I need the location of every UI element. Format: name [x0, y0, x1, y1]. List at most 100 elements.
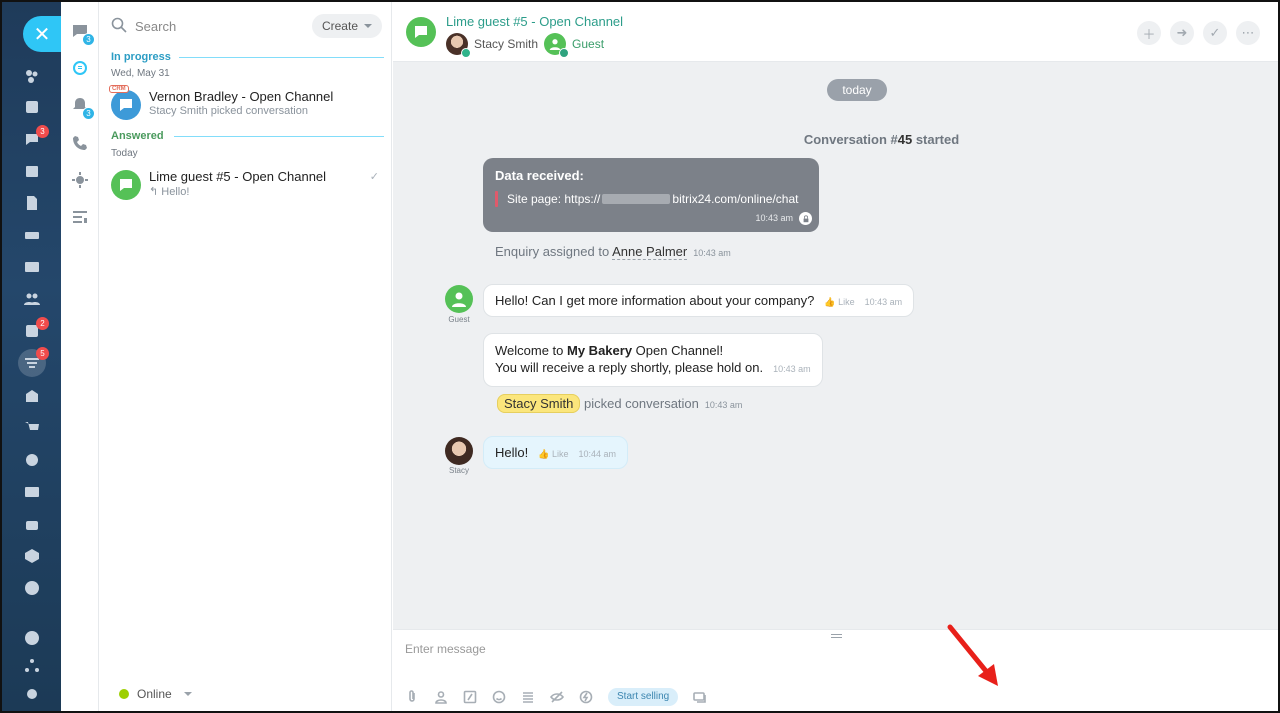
open-lines-icon[interactable]: [71, 59, 89, 77]
close-messenger-button[interactable]: ✕: [23, 16, 63, 52]
close-dialog-button[interactable]: ✓: [1203, 21, 1227, 45]
employees-icon[interactable]: [22, 289, 42, 309]
user-icon[interactable]: [434, 690, 448, 704]
section-answered: Answered: [111, 130, 164, 142]
annotation-arrow-icon: [947, 624, 998, 686]
screen-share-icon[interactable]: [693, 690, 707, 704]
conversation-item[interactable]: Lime guest #5 - Open Channel ↰ Hello! ✓: [99, 167, 391, 207]
crm-filter-icon[interactable]: 5: [18, 347, 49, 377]
settings-icon[interactable]: [22, 684, 42, 704]
stacy-avatar[interactable]: [446, 33, 471, 58]
smile-icon[interactable]: [492, 690, 506, 704]
operator-name[interactable]: Stacy Smith: [497, 394, 581, 413]
quick-answers-icon[interactable]: [521, 690, 535, 704]
message-text: Hello!: [495, 445, 529, 460]
sites-icon[interactable]: [22, 386, 42, 406]
help-icon[interactable]: [22, 628, 42, 648]
avatar: [111, 90, 141, 120]
lightning-icon[interactable]: [579, 690, 593, 704]
assignee-link[interactable]: Anne Palmer: [612, 244, 688, 260]
create-button[interactable]: Create: [311, 14, 382, 38]
status-selector[interactable]: Online: [119, 687, 192, 701]
contact-center-icon[interactable]: [22, 482, 42, 502]
data-title: Data received:: [495, 168, 584, 183]
tasks-icon[interactable]: 2: [22, 317, 49, 341]
composer-toolbar: Start selling: [405, 688, 707, 706]
stacy-avatar[interactable]: [445, 437, 473, 465]
guest-avatar[interactable]: [445, 285, 473, 313]
quote-bar: [495, 191, 498, 207]
inventory-icon[interactable]: [22, 546, 42, 566]
chat-avatar: [406, 17, 436, 47]
conversation-list: Create In progress Wed, May 31 CRM Verno…: [99, 2, 392, 711]
drive-icon[interactable]: [22, 225, 42, 245]
like-button[interactable]: 👍 Like: [538, 449, 568, 459]
mail-icon[interactable]: [22, 257, 42, 277]
read-check-icon: ✓: [369, 171, 379, 183]
crm-badge: 5: [36, 347, 49, 360]
calendar-icon[interactable]: [22, 161, 42, 181]
hide-message-icon[interactable]: [550, 690, 564, 704]
conversation-subtitle: ↰ Hello!: [149, 185, 189, 198]
section-in-progress: In progress: [111, 51, 171, 63]
message-time: 10:43 am: [864, 297, 903, 307]
news-icon[interactable]: [22, 97, 42, 117]
recent-chats-icon[interactable]: 3: [71, 22, 95, 46]
main-nav: ✕ 3 2 5: [2, 2, 63, 711]
conversation-title: Vernon Bradley - Open Channel: [149, 89, 334, 104]
messenger-sidebar: 3 3: [61, 2, 99, 711]
docs-icon[interactable]: [22, 193, 42, 213]
chat-bubble-icon: [120, 99, 132, 111]
chat-icon[interactable]: 3: [22, 125, 49, 149]
start-selling-button[interactable]: Start selling: [608, 688, 679, 706]
conversation-subtitle: Stacy Smith picked conversation: [149, 105, 308, 117]
guest-avatar[interactable]: [544, 33, 570, 58]
tasks-list-icon[interactable]: [71, 208, 89, 226]
sitemap-icon[interactable]: [22, 656, 42, 676]
attach-icon[interactable]: [405, 690, 419, 704]
status-dot: [119, 689, 129, 699]
phone-icon[interactable]: [71, 134, 89, 152]
message-bubble: Hello! 👍 Like 10:44 am: [483, 436, 629, 469]
gear-icon[interactable]: [71, 171, 89, 189]
conversation-started: Conversation #45 started: [803, 132, 960, 147]
redacted-domain: [602, 194, 671, 204]
member-name[interactable]: Stacy Smith: [474, 37, 538, 51]
site-page-line: Site page: https:// bitrix24.com/online/…: [495, 191, 798, 207]
enquiry-assigned: Enquiry assigned to Anne Palmer 10:43 am: [495, 244, 731, 260]
chat-title[interactable]: Lime guest #5 - Open Channel: [446, 14, 623, 29]
shop-icon[interactable]: [22, 418, 42, 438]
message-input[interactable]: [405, 638, 1005, 660]
date-separator: today: [827, 79, 887, 101]
chevron-down-icon: [183, 692, 192, 700]
search-input[interactable]: [135, 14, 305, 38]
conversation-item[interactable]: CRM Vernon Bradley - Open Channel Stacy …: [99, 85, 391, 127]
crm-tag: CRM: [109, 85, 129, 93]
data-received-message: Data received: Site page: https:// bitri…: [483, 158, 819, 232]
message-bubble: Hello! Can I get more information about …: [483, 284, 915, 317]
chat-bubble-icon: [120, 179, 132, 191]
message-text: Hello! Can I get more information about …: [495, 293, 815, 308]
divider: [179, 57, 384, 58]
marketing-icon[interactable]: [22, 450, 42, 470]
add-user-button[interactable]: ＋: [1137, 21, 1161, 45]
automation-icon[interactable]: [22, 514, 42, 534]
chat-members: Stacy Smith Guest: [446, 32, 604, 58]
more-button[interactable]: ⋯: [1236, 21, 1260, 45]
welcome-message: Welcome to My Bakery Open Channel! You w…: [483, 333, 823, 387]
message-composer: Start selling: [393, 629, 1278, 711]
operator-badge-icon: [461, 48, 471, 58]
like-button[interactable]: 👍 Like: [824, 297, 854, 307]
notifications-icon[interactable]: 3: [71, 96, 95, 120]
author-label: Guest: [448, 315, 470, 324]
member-name[interactable]: Guest: [572, 37, 604, 51]
app-window: ✕ 3 2 5 3 3 Search Create In progress We…: [0, 0, 1280, 713]
chat-bubble-icon: [415, 26, 427, 38]
more-icon[interactable]: [22, 578, 42, 598]
chat-badge: 3: [36, 125, 49, 138]
user-icon: [452, 292, 466, 307]
feed-icon[interactable]: [22, 66, 42, 86]
form-icon[interactable]: [463, 690, 477, 704]
author-label: Stacy: [448, 466, 469, 475]
forward-button[interactable]: ➜: [1170, 21, 1194, 45]
